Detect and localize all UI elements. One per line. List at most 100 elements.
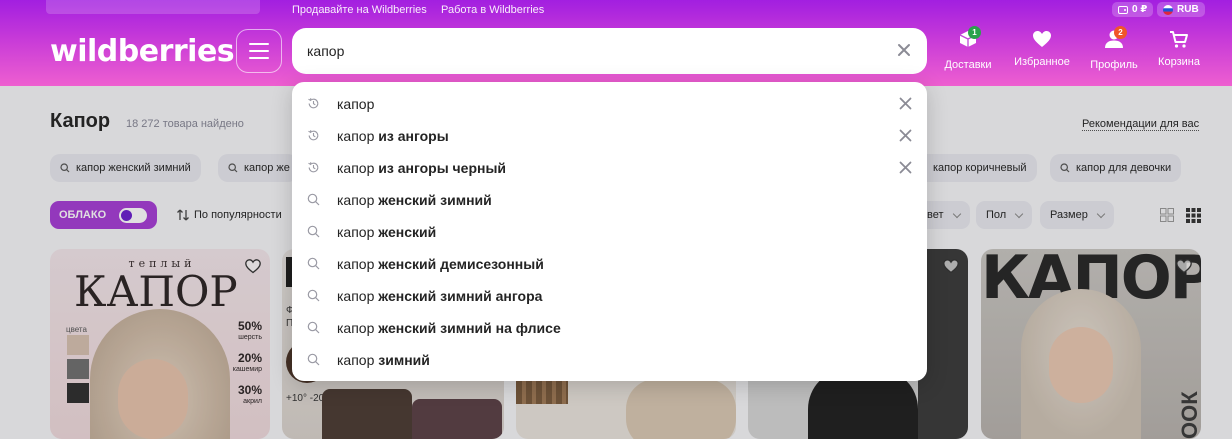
product-photo	[626, 379, 736, 439]
suggestion-text: капор	[337, 96, 374, 112]
suggestion-item[interactable]: капор	[292, 88, 927, 120]
color-swatch	[67, 359, 89, 379]
filter-gender[interactable]: Пол	[976, 201, 1033, 229]
nav-favorites-label: Избранное	[1014, 56, 1070, 68]
suggestion-text: капор женский зимний на флисе	[337, 320, 561, 336]
suggestion-base: капор	[337, 288, 379, 304]
suggestion-base: капор	[337, 192, 379, 208]
wildberries-logo[interactable]: wildberries	[50, 34, 235, 69]
product-photo	[412, 399, 502, 439]
suggestion-base: капор	[337, 96, 375, 112]
nav-cart[interactable]: Корзина	[1155, 28, 1203, 68]
filter-label: Размер	[1050, 209, 1088, 221]
jobs-link[interactable]: Работа в Wildberries	[441, 4, 544, 16]
suggestion-item[interactable]: капор женский зимний	[292, 184, 927, 216]
heart-icon	[1033, 31, 1051, 47]
grid-large-icon[interactable]	[1160, 208, 1174, 222]
grid-small-icon[interactable]	[1186, 208, 1201, 223]
product-photo	[322, 389, 412, 439]
chip-suggest[interactable]: капор коричневый	[910, 154, 1037, 182]
currency-value: RUB	[1177, 4, 1199, 15]
composition-pct: 30%	[237, 383, 262, 397]
remove-history-icon[interactable]	[899, 129, 912, 142]
search-box	[292, 28, 927, 74]
model-face	[1049, 327, 1113, 403]
suggestion-item[interactable]: капор женский зимний на флисе	[292, 312, 927, 344]
history-icon	[307, 97, 320, 110]
sort-label: По популярности	[194, 209, 282, 221]
suggestion-text: капор женский	[337, 224, 436, 240]
sort-icon	[177, 209, 189, 221]
composition-name: кашемир	[232, 366, 262, 373]
composition-name: акрил	[243, 398, 262, 405]
card-colors-label: цвета	[66, 325, 87, 334]
suggestion-text: капор зимний	[337, 352, 430, 368]
results-count: 18 272 товара найдено	[126, 118, 244, 130]
suggestion-item[interactable]: капор женский зимний ангора	[292, 280, 927, 312]
nav-deliveries[interactable]: 1 Доставки	[943, 26, 993, 71]
nav-favorites[interactable]: Избранное	[1012, 28, 1072, 68]
product-card[interactable]: КАПОР ООК	[981, 249, 1201, 439]
sort-button[interactable]: По популярности	[166, 201, 292, 229]
suggestion-item[interactable]: капор из ангоры	[292, 120, 927, 152]
composition-pct: 50%	[237, 319, 262, 333]
color-swatch	[67, 383, 89, 403]
search-icon	[228, 163, 238, 173]
card-side-word: ООК	[1177, 391, 1201, 439]
clear-search-icon[interactable]	[895, 41, 913, 59]
product-card[interactable]: теплый КАПОР цвета 50% шерсть 20% кашеми…	[50, 249, 270, 439]
suggestion-completion: из ангоры	[378, 128, 449, 144]
nav-profile[interactable]: 2 Профиль	[1089, 26, 1139, 71]
suggestion-text: капор женский демисезонный	[337, 256, 544, 272]
composition-name: шерсть	[238, 334, 262, 341]
suggestion-base: капор	[337, 320, 379, 336]
search-icon	[307, 353, 320, 366]
balance-value: 0 ₽	[1132, 4, 1148, 15]
favorite-heart-icon[interactable]	[244, 257, 262, 275]
color-swatch	[67, 335, 89, 355]
geo-location-bar[interactable]	[46, 0, 260, 14]
recommendations-link[interactable]: Рекомендации для вас	[1082, 118, 1200, 131]
suggestion-text: капор женский зимний ангора	[337, 288, 542, 304]
suggestion-base: капор	[337, 256, 379, 272]
cart-icon	[1170, 31, 1188, 48]
favorite-heart-icon[interactable]	[942, 257, 960, 275]
chip-label: капор для девочки	[1076, 162, 1172, 174]
search-icon	[307, 193, 320, 206]
chip-suggest[interactable]: капор женский зимний	[50, 154, 201, 182]
cloud-toggle[interactable]: ОБЛАКО	[50, 201, 157, 229]
suggestion-base: капор	[337, 224, 379, 240]
search-icon	[60, 163, 70, 173]
suggestion-item[interactable]: капор женский демисезонный	[292, 248, 927, 280]
suggestion-item[interactable]: капор женский	[292, 216, 927, 248]
filter-size[interactable]: Размер	[1040, 201, 1114, 229]
suggestion-base: капор	[337, 160, 379, 176]
suggestion-item[interactable]: капор из ангоры черный	[292, 152, 927, 184]
chip-suggest[interactable]: капор же	[218, 154, 298, 182]
search-icon	[307, 257, 320, 270]
currency-pill[interactable]: RUB	[1157, 2, 1205, 17]
suggestion-completion: из ангоры черный	[378, 160, 507, 176]
chip-suggest[interactable]: капор для девочки	[1050, 154, 1182, 182]
cloud-label: ОБЛАКО	[59, 209, 107, 221]
composition-pct: 20%	[237, 351, 262, 365]
menu-button[interactable]	[236, 29, 282, 73]
chip-label: капор женский зимний	[76, 162, 191, 174]
suggestion-text: капор из ангоры черный	[337, 160, 506, 176]
sell-link[interactable]: Продавайте на Wildberries	[292, 4, 427, 16]
suggestion-item[interactable]: капор зимний	[292, 344, 927, 376]
search-input[interactable]	[307, 40, 877, 62]
remove-history-icon[interactable]	[899, 161, 912, 174]
suggestion-completion: зимний	[378, 352, 430, 368]
deliveries-badge: 1	[968, 26, 981, 39]
suggestion-completion: женский зимний на флисе	[378, 320, 561, 336]
favorite-heart-icon[interactable]	[1175, 257, 1193, 275]
remove-history-icon[interactable]	[899, 97, 912, 110]
flag-ru-icon	[1163, 4, 1173, 15]
nav-profile-label: Профиль	[1090, 59, 1138, 71]
suggestion-text: капор женский зимний	[337, 192, 492, 208]
search-icon	[1060, 163, 1070, 173]
search-suggestions: капор капор из ангоры капор из ангоры черн…	[292, 82, 927, 381]
balance-pill[interactable]: 0 ₽	[1112, 2, 1154, 17]
page-title: Капор	[50, 110, 111, 132]
